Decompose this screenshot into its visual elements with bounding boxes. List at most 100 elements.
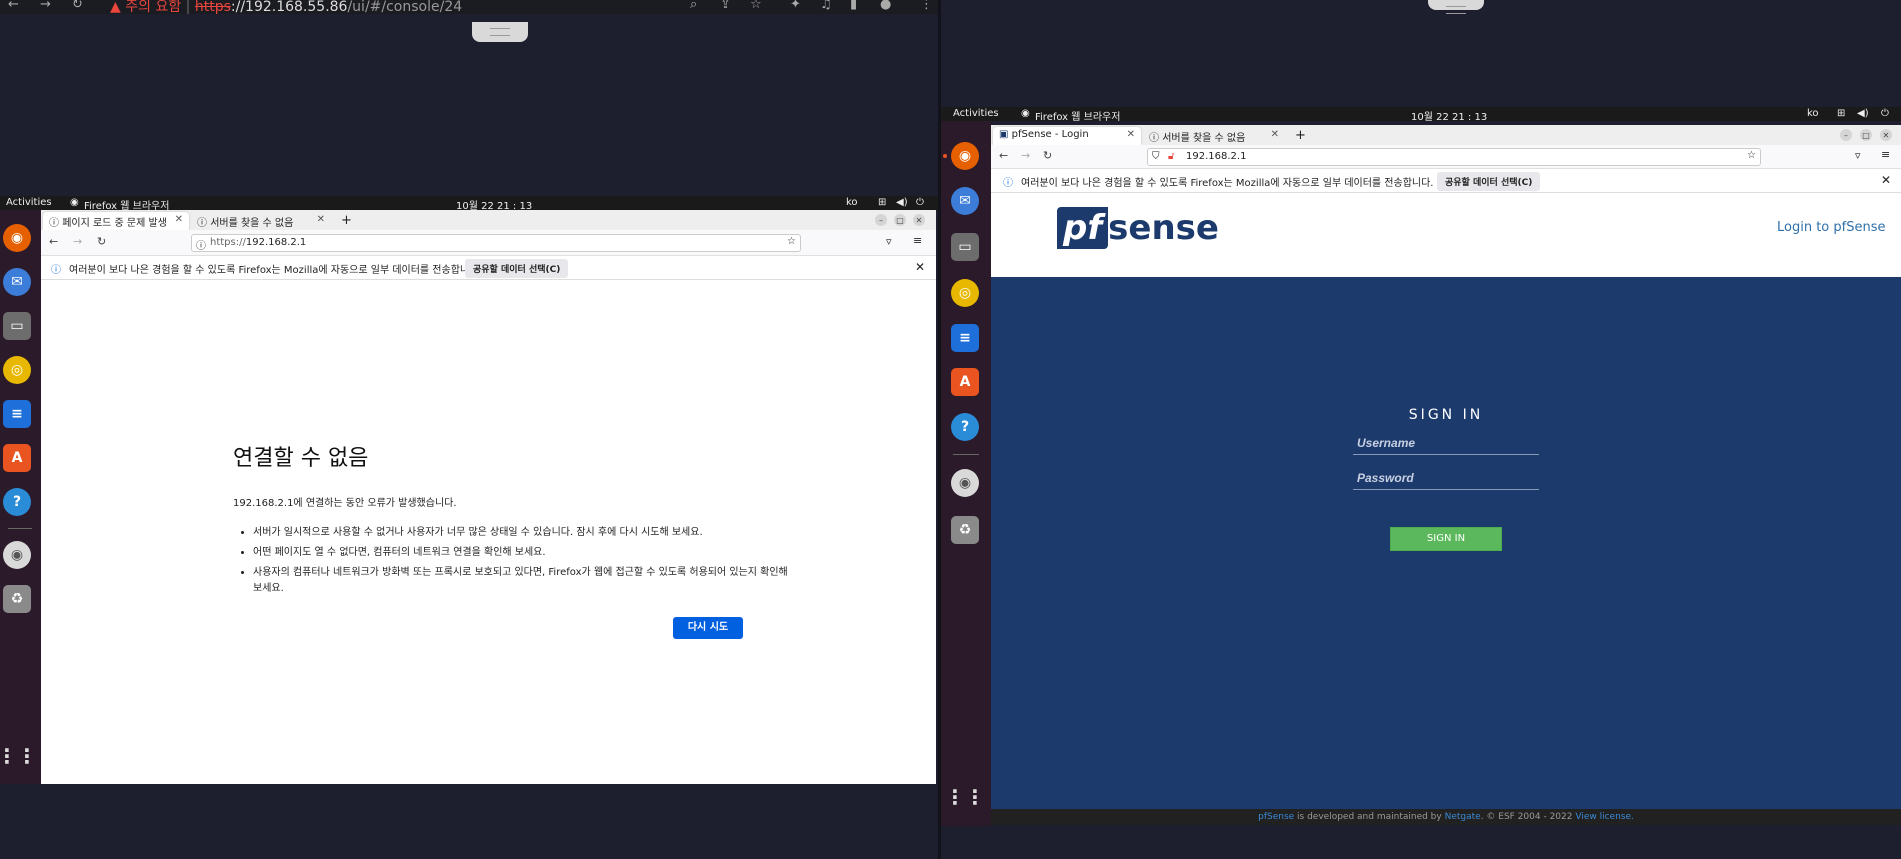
forward-icon[interactable]: → — [1021, 149, 1030, 162]
security-warning-label: 주의 요함 — [125, 0, 182, 14]
share-icon[interactable]: ⇪ — [720, 0, 731, 12]
choose-data-button[interactable]: 공유할 데이터 선택(C) — [1437, 172, 1541, 191]
url-bar[interactable]: ⛉ 🔓︎ 192.168.2.1 ☆ — [1147, 148, 1761, 166]
writer-icon[interactable]: ≡ — [3, 400, 31, 428]
hamburger-menu-icon[interactable]: ≡ — [1881, 148, 1890, 161]
footer-netgate-link[interactable]: Netgate — [1445, 812, 1481, 822]
files-icon[interactable]: ▭ — [951, 233, 979, 261]
power-icon[interactable]: ⏻ — [916, 197, 924, 208]
rhythmbox-icon[interactable]: ◎ — [3, 356, 31, 384]
close-tab-icon[interactable]: ✕ — [1271, 129, 1279, 140]
bookmark-star-icon[interactable]: ☆ — [787, 236, 796, 247]
maximize-icon[interactable]: □ — [894, 214, 906, 226]
vm-console-pull-tab[interactable] — [472, 22, 528, 42]
login-to-pfsense-link[interactable]: Login to pfSense — [1777, 220, 1885, 235]
network-icon[interactable]: ⊞ — [878, 197, 886, 208]
new-tab-icon[interactable]: + — [341, 213, 352, 228]
hamburger-menu-icon[interactable]: ≡ — [913, 234, 922, 247]
close-tab-icon[interactable]: ✕ — [317, 214, 325, 225]
forward-icon[interactable]: → — [40, 0, 51, 12]
info-icon: ⓘ — [1003, 178, 1013, 189]
menu-dots-icon[interactable]: ⋮ — [920, 0, 933, 12]
profile-icon[interactable]: ● — [880, 0, 891, 12]
show-apps-icon[interactable]: ⋮⋮ — [945, 783, 985, 811]
close-notice-icon[interactable]: ✕ — [915, 260, 925, 274]
close-tab-icon[interactable]: ✕ — [1127, 129, 1135, 140]
thunderbird-icon[interactable]: ✉ — [3, 268, 31, 296]
close-notice-icon[interactable]: ✕ — [1881, 173, 1891, 187]
username-input[interactable] — [1353, 431, 1539, 455]
media-icon[interactable]: ♫ — [820, 0, 832, 12]
tab-server-not-found[interactable]: ⓘ 서버를 찾을 수 없음 ✕ — [1143, 127, 1285, 145]
telemetry-notice-bar: ⓘ 여러분이 보다 나은 경험을 할 수 있도록 Firefox는 Mozill… — [991, 169, 1901, 193]
back-icon[interactable]: ← — [49, 235, 58, 248]
disc-icon[interactable]: ◉ — [3, 541, 31, 569]
new-tab-icon[interactable]: + — [1295, 128, 1306, 143]
activities-button[interactable]: Activities — [6, 197, 52, 208]
reload-icon[interactable]: ↻ — [1043, 149, 1052, 162]
choose-data-button[interactable]: 공유할 데이터 선택(C) — [465, 259, 569, 278]
close-window-icon[interactable]: ✕ — [913, 214, 925, 226]
back-icon[interactable]: ← — [8, 0, 19, 12]
help-icon[interactable]: ? — [951, 413, 979, 441]
firefox-icon[interactable]: ◉ — [3, 224, 31, 252]
footer-pfsense-link[interactable]: pfSense — [1258, 812, 1294, 822]
activities-button[interactable]: Activities — [953, 108, 999, 119]
lang-indicator[interactable]: ko — [1807, 108, 1819, 119]
thunderbird-icon[interactable]: ✉ — [951, 187, 979, 215]
dock-separator — [8, 528, 32, 529]
trash-icon[interactable]: ♻ — [951, 516, 979, 544]
writer-icon[interactable]: ≡ — [951, 324, 979, 352]
back-icon[interactable]: ← — [999, 149, 1008, 162]
firefox-icon[interactable]: ◉ — [951, 142, 979, 170]
trash-icon[interactable]: ♻ — [3, 585, 31, 613]
url-bar[interactable]: ⓘ https://192.168.2.1 ☆ — [191, 234, 801, 252]
pfsense-footer: pfSense is developed and maintained by N… — [991, 809, 1901, 825]
volume-icon[interactable]: ◀) — [1857, 108, 1869, 119]
disc-icon[interactable]: ◉ — [951, 469, 979, 497]
pocket-icon[interactable]: ▿ — [886, 235, 892, 248]
show-apps-icon[interactable]: ⋮⋮ — [0, 742, 37, 770]
bookmark-star-icon[interactable]: ☆ — [1747, 150, 1756, 161]
rhythmbox-icon[interactable]: ◎ — [951, 279, 979, 307]
maximize-icon[interactable]: □ — [1860, 129, 1872, 141]
minimize-icon[interactable]: – — [1840, 129, 1852, 141]
help-icon[interactable]: ? — [3, 488, 31, 516]
host-address-bar[interactable]: ▲ 주의 요함 | https://192.168.55.86/ui/#/con… — [110, 0, 462, 14]
files-icon[interactable]: ▭ — [3, 312, 31, 340]
reload-icon[interactable]: ↻ — [97, 235, 106, 248]
signin-button[interactable]: SIGN IN — [1390, 527, 1502, 551]
footer-license-link[interactable]: View license. — [1575, 812, 1634, 822]
app-menu-label[interactable]: Firefox 웹 브라우저 — [1035, 108, 1120, 123]
pfsense-logo[interactable]: pf sense — [1057, 207, 1219, 249]
password-input[interactable] — [1353, 466, 1539, 490]
software-icon[interactable]: A — [951, 368, 979, 396]
volume-icon[interactable]: ◀) — [896, 197, 908, 208]
vm-console-pull-tab-right[interactable] — [1428, 0, 1484, 14]
retry-button[interactable]: 다시 시도 — [673, 617, 743, 639]
tab-server-not-found[interactable]: ⓘ 서버를 찾을 수 없음 ✕ — [191, 212, 331, 230]
reload-icon[interactable]: ↻ — [72, 0, 83, 12]
power-icon[interactable]: ⏻ — [1881, 108, 1889, 119]
left-ubuntu-topbar: Activities ◉ Firefox 웹 브라우저 10월 22 21 : … — [0, 196, 938, 212]
extensions-icon[interactable]: ✦ — [790, 0, 801, 12]
logo-pf: pf — [1057, 207, 1109, 249]
close-window-icon[interactable]: ✕ — [1880, 129, 1892, 141]
bookmark-star-icon[interactable]: ☆ — [750, 0, 762, 12]
software-icon[interactable]: A — [3, 444, 31, 472]
sidebar-icon[interactable]: ▮ — [850, 0, 857, 12]
pocket-icon[interactable]: ▿ — [1855, 149, 1861, 162]
tab-label: pfSense - Login — [1011, 129, 1089, 140]
network-icon[interactable]: ⊞ — [1837, 108, 1845, 119]
tab-load-error[interactable]: ⓘ 페이지 로드 중 문제 발생 ✕ — [43, 212, 189, 230]
tab-pfsense-login[interactable]: ▣ pfSense - Login ✕ — [993, 127, 1141, 145]
shield-icon[interactable]: ⛉ — [1152, 151, 1160, 162]
url-prefix: https:// — [210, 237, 246, 248]
forward-icon[interactable]: → — [73, 235, 82, 248]
close-tab-icon[interactable]: ✕ — [175, 214, 183, 225]
insecure-lock-icon[interactable]: 🔓︎ — [1168, 151, 1174, 162]
minimize-icon[interactable]: – — [875, 214, 887, 226]
zoom-icon[interactable]: ⌕ — [690, 0, 697, 12]
clock[interactable]: 10월 22 21 : 13 — [1411, 108, 1487, 123]
lang-indicator[interactable]: ko — [846, 197, 858, 208]
